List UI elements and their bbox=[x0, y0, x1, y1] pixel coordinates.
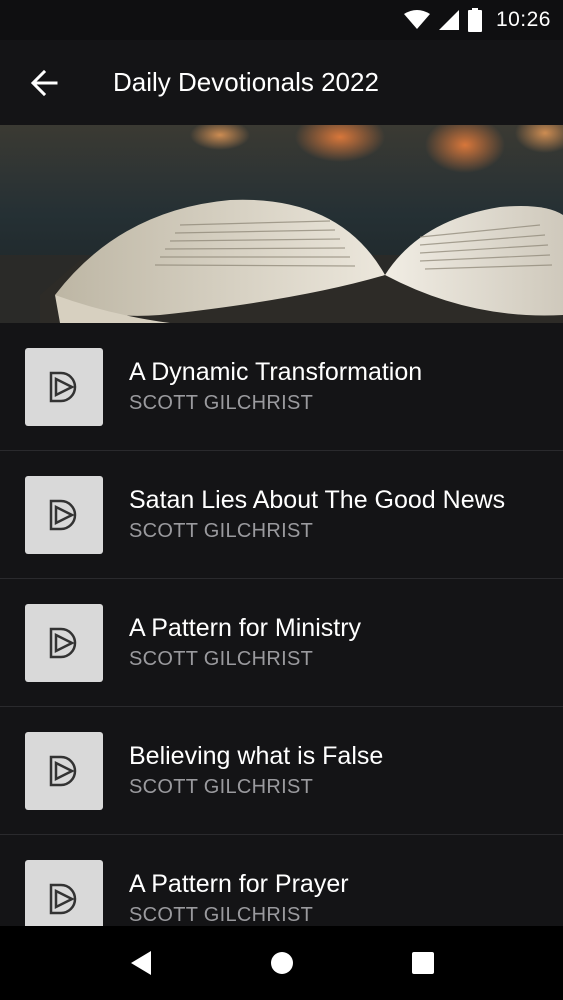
page-title: Daily Devotionals 2022 bbox=[113, 67, 379, 97]
devotional-author: SCOTT GILCHRIST bbox=[129, 520, 314, 542]
nav-home-button[interactable] bbox=[211, 926, 352, 1000]
battery-icon bbox=[467, 8, 482, 32]
devotional-title: Satan Lies About The Good News bbox=[129, 486, 506, 514]
app-bar: Daily Devotionals 2022 bbox=[0, 40, 563, 125]
play-logo-icon bbox=[49, 755, 77, 786]
back-triangle-icon bbox=[130, 951, 151, 975]
devotional-title: A Pattern for Prayer bbox=[129, 870, 349, 898]
devotional-author: SCOTT GILCHRIST bbox=[129, 904, 314, 926]
play-logo-icon bbox=[49, 371, 77, 402]
signal-icon bbox=[438, 10, 459, 30]
play-logo-icon bbox=[49, 627, 77, 658]
devotional-thumbnail bbox=[25, 475, 103, 554]
nav-recents-button[interactable] bbox=[352, 926, 493, 1000]
list-item[interactable]: A Pattern for Ministry SCOTT GILCHRIST bbox=[0, 579, 563, 707]
status-time: 10:26 bbox=[495, 8, 551, 31]
devotional-thumbnail bbox=[25, 347, 103, 426]
open-bible-photo bbox=[0, 125, 563, 323]
arrow-left-icon bbox=[30, 69, 58, 96]
devotional-list: A Dynamic Transformation SCOTT GILCHRIST… bbox=[0, 323, 563, 926]
play-logo-icon bbox=[49, 499, 77, 530]
devotional-title: A Dynamic Transformation bbox=[129, 358, 423, 386]
devotional-author: SCOTT GILCHRIST bbox=[129, 392, 314, 414]
nav-back-button[interactable] bbox=[70, 926, 211, 1000]
recents-square-icon bbox=[411, 952, 434, 974]
devotional-thumbnail bbox=[25, 731, 103, 810]
back-button[interactable] bbox=[0, 40, 88, 125]
list-item[interactable]: Believing what is False SCOTT GILCHRIST bbox=[0, 707, 563, 835]
list-item[interactable]: A Pattern for Prayer SCOTT GILCHRIST bbox=[0, 835, 563, 926]
devotional-title: Believing what is False bbox=[129, 742, 384, 770]
home-circle-icon bbox=[270, 952, 293, 974]
devotional-title: A Pattern for Ministry bbox=[129, 614, 362, 642]
status-bar: 10:26 bbox=[0, 0, 563, 40]
devotional-thumbnail bbox=[25, 603, 103, 682]
hero-image bbox=[0, 125, 563, 323]
devotional-author: SCOTT GILCHRIST bbox=[129, 776, 314, 798]
play-logo-icon bbox=[49, 883, 77, 914]
system-nav-bar bbox=[0, 926, 563, 1000]
list-item[interactable]: A Dynamic Transformation SCOTT GILCHRIST bbox=[0, 323, 563, 451]
wifi-icon bbox=[403, 10, 430, 29]
list-item[interactable]: Satan Lies About The Good News SCOTT GIL… bbox=[0, 451, 563, 579]
devotional-author: SCOTT GILCHRIST bbox=[129, 648, 314, 670]
devotional-thumbnail bbox=[25, 859, 103, 926]
